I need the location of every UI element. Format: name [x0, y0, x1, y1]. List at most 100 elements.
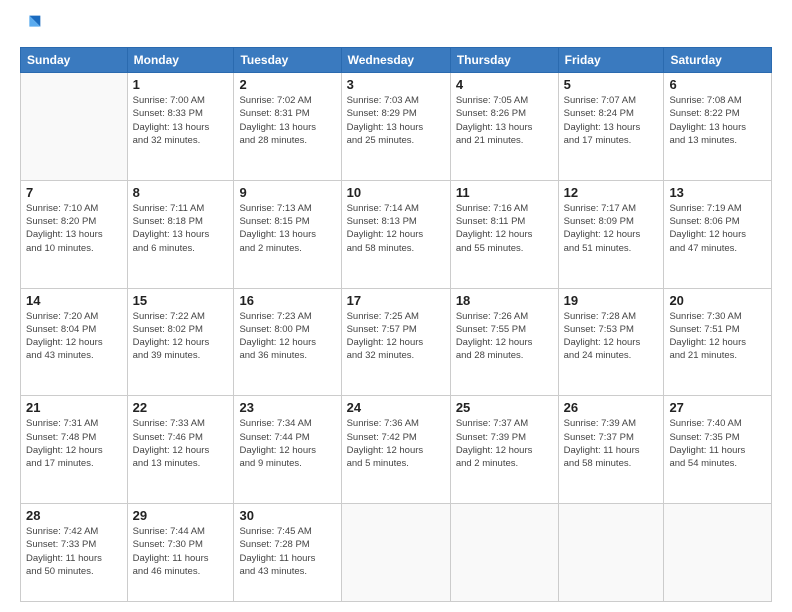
page: SundayMondayTuesdayWednesdayThursdayFrid…: [0, 0, 792, 612]
calendar-cell: 2 Sunrise: 7:02 AM Sunset: 8:31 PM Daylig…: [234, 73, 341, 181]
calendar-cell: 26 Sunrise: 7:39 AM Sunset: 7:37 PM Dayli…: [558, 396, 664, 504]
day-number: 22: [133, 400, 229, 415]
day-info: Sunrise: 7:34 AM Sunset: 7:44 PM Dayligh…: [239, 417, 335, 470]
calendar-cell: 29Sunrise: 7:44 AM Sunset: 7:30 PM Dayli…: [127, 504, 234, 602]
day-info: Sunrise: 7:08 AM Sunset: 8:22 PM Dayligh…: [669, 94, 766, 147]
calendar-cell: 16 Sunrise: 7:23 AM Sunset: 8:00 PM Dayli…: [234, 288, 341, 396]
day-header: Sunday: [21, 48, 128, 73]
day-info: Sunrise: 7:22 AM Sunset: 8:02 PM Dayligh…: [133, 310, 229, 363]
day-info: Sunrise: 7:20 AM Sunset: 8:04 PM Dayligh…: [26, 310, 122, 363]
day-info: Sunrise: 7:31 AM Sunset: 7:48 PM Dayligh…: [26, 417, 122, 470]
day-number: 26: [564, 400, 659, 415]
day-info: Sunrise: 7:36 AM Sunset: 7:42 PM Dayligh…: [347, 417, 445, 470]
calendar-cell: 9 Sunrise: 7:13 AM Sunset: 8:15 PM Daylig…: [234, 180, 341, 288]
logo: [20, 16, 44, 39]
day-number: 1: [133, 77, 229, 92]
calendar-header-row: SundayMondayTuesdayWednesdayThursdayFrid…: [21, 48, 772, 73]
calendar-cell: [341, 504, 450, 602]
day-number: 17: [347, 293, 445, 308]
calendar-cell: 11Sunrise: 7:16 AM Sunset: 8:11 PM Dayli…: [450, 180, 558, 288]
day-info: Sunrise: 7:26 AM Sunset: 7:55 PM Dayligh…: [456, 310, 553, 363]
day-header: Friday: [558, 48, 664, 73]
calendar-cell: 30 Sunrise: 7:45 AM Sunset: 7:28 PM Dayli…: [234, 504, 341, 602]
day-header: Tuesday: [234, 48, 341, 73]
day-info: Sunrise: 7:14 AM Sunset: 8:13 PM Dayligh…: [347, 202, 445, 255]
calendar-cell: 24 Sunrise: 7:36 AM Sunset: 7:42 PM Dayli…: [341, 396, 450, 504]
day-number: 4: [456, 77, 553, 92]
day-info: Sunrise: 7:03 AM Sunset: 8:29 PM Dayligh…: [347, 94, 445, 147]
calendar-cell: 13Sunrise: 7:19 AM Sunset: 8:06 PM Dayli…: [664, 180, 772, 288]
day-info: Sunrise: 7:07 AM Sunset: 8:24 PM Dayligh…: [564, 94, 659, 147]
day-info: Sunrise: 7:11 AM Sunset: 8:18 PM Dayligh…: [133, 202, 229, 255]
calendar-week-row: 28Sunrise: 7:42 AM Sunset: 7:33 PM Dayli…: [21, 504, 772, 602]
day-info: Sunrise: 7:23 AM Sunset: 8:00 PM Dayligh…: [239, 310, 335, 363]
day-info: Sunrise: 7:25 AM Sunset: 7:57 PM Dayligh…: [347, 310, 445, 363]
day-number: 18: [456, 293, 553, 308]
day-number: 11: [456, 185, 553, 200]
day-number: 2: [239, 77, 335, 92]
day-number: 7: [26, 185, 122, 200]
day-info: Sunrise: 7:19 AM Sunset: 8:06 PM Dayligh…: [669, 202, 766, 255]
day-number: 27: [669, 400, 766, 415]
day-number: 24: [347, 400, 445, 415]
day-info: Sunrise: 7:30 AM Sunset: 7:51 PM Dayligh…: [669, 310, 766, 363]
day-number: 19: [564, 293, 659, 308]
calendar-week-row: 21 Sunrise: 7:31 AM Sunset: 7:48 PM Dayli…: [21, 396, 772, 504]
day-number: 25: [456, 400, 553, 415]
calendar-week-row: 1 Sunrise: 7:00 AM Sunset: 8:33 PM Daylig…: [21, 73, 772, 181]
day-number: 3: [347, 77, 445, 92]
calendar-cell: 19 Sunrise: 7:28 AM Sunset: 7:53 PM Dayli…: [558, 288, 664, 396]
day-info: Sunrise: 7:45 AM Sunset: 7:28 PM Dayligh…: [239, 525, 335, 578]
calendar-table: SundayMondayTuesdayWednesdayThursdayFrid…: [20, 47, 772, 602]
day-number: 15: [133, 293, 229, 308]
calendar-cell: 28Sunrise: 7:42 AM Sunset: 7:33 PM Dayli…: [21, 504, 128, 602]
calendar-cell: 25 Sunrise: 7:37 AM Sunset: 7:39 PM Dayli…: [450, 396, 558, 504]
logo-icon: [22, 12, 44, 34]
day-number: 16: [239, 293, 335, 308]
calendar-cell: 6 Sunrise: 7:08 AM Sunset: 8:22 PM Daylig…: [664, 73, 772, 181]
calendar-week-row: 7 Sunrise: 7:10 AM Sunset: 8:20 PM Daylig…: [21, 180, 772, 288]
day-info: Sunrise: 7:05 AM Sunset: 8:26 PM Dayligh…: [456, 94, 553, 147]
day-info: Sunrise: 7:39 AM Sunset: 7:37 PM Dayligh…: [564, 417, 659, 470]
day-number: 28: [26, 508, 122, 523]
day-number: 9: [239, 185, 335, 200]
calendar-cell: 17 Sunrise: 7:25 AM Sunset: 7:57 PM Dayli…: [341, 288, 450, 396]
day-number: 20: [669, 293, 766, 308]
calendar-cell: [21, 73, 128, 181]
day-number: 30: [239, 508, 335, 523]
day-number: 21: [26, 400, 122, 415]
calendar-cell: 4 Sunrise: 7:05 AM Sunset: 8:26 PM Daylig…: [450, 73, 558, 181]
day-info: Sunrise: 7:44 AM Sunset: 7:30 PM Dayligh…: [133, 525, 229, 578]
calendar-cell: 20 Sunrise: 7:30 AM Sunset: 7:51 PM Dayli…: [664, 288, 772, 396]
calendar-cell: 12 Sunrise: 7:17 AM Sunset: 8:09 PM Dayli…: [558, 180, 664, 288]
header: [20, 16, 772, 39]
day-info: Sunrise: 7:33 AM Sunset: 7:46 PM Dayligh…: [133, 417, 229, 470]
calendar-cell: 1 Sunrise: 7:00 AM Sunset: 8:33 PM Daylig…: [127, 73, 234, 181]
calendar-cell: [558, 504, 664, 602]
day-info: Sunrise: 7:00 AM Sunset: 8:33 PM Dayligh…: [133, 94, 229, 147]
day-info: Sunrise: 7:28 AM Sunset: 7:53 PM Dayligh…: [564, 310, 659, 363]
day-info: Sunrise: 7:37 AM Sunset: 7:39 PM Dayligh…: [456, 417, 553, 470]
day-header: Thursday: [450, 48, 558, 73]
day-info: Sunrise: 7:10 AM Sunset: 8:20 PM Dayligh…: [26, 202, 122, 255]
day-number: 8: [133, 185, 229, 200]
day-info: Sunrise: 7:17 AM Sunset: 8:09 PM Dayligh…: [564, 202, 659, 255]
calendar-cell: [664, 504, 772, 602]
calendar-cell: 14 Sunrise: 7:20 AM Sunset: 8:04 PM Dayli…: [21, 288, 128, 396]
calendar-week-row: 14 Sunrise: 7:20 AM Sunset: 8:04 PM Dayli…: [21, 288, 772, 396]
day-info: Sunrise: 7:02 AM Sunset: 8:31 PM Dayligh…: [239, 94, 335, 147]
day-number: 6: [669, 77, 766, 92]
calendar-cell: 10Sunrise: 7:14 AM Sunset: 8:13 PM Dayli…: [341, 180, 450, 288]
day-number: 14: [26, 293, 122, 308]
day-number: 12: [564, 185, 659, 200]
day-header: Wednesday: [341, 48, 450, 73]
day-info: Sunrise: 7:13 AM Sunset: 8:15 PM Dayligh…: [239, 202, 335, 255]
calendar-cell: 18 Sunrise: 7:26 AM Sunset: 7:55 PM Dayli…: [450, 288, 558, 396]
calendar-cell: 21 Sunrise: 7:31 AM Sunset: 7:48 PM Dayli…: [21, 396, 128, 504]
calendar-cell: 22 Sunrise: 7:33 AM Sunset: 7:46 PM Dayli…: [127, 396, 234, 504]
calendar-cell: 27Sunrise: 7:40 AM Sunset: 7:35 PM Dayli…: [664, 396, 772, 504]
day-number: 23: [239, 400, 335, 415]
calendar-cell: 8 Sunrise: 7:11 AM Sunset: 8:18 PM Daylig…: [127, 180, 234, 288]
calendar-cell: [450, 504, 558, 602]
calendar-cell: 5Sunrise: 7:07 AM Sunset: 8:24 PM Daylig…: [558, 73, 664, 181]
